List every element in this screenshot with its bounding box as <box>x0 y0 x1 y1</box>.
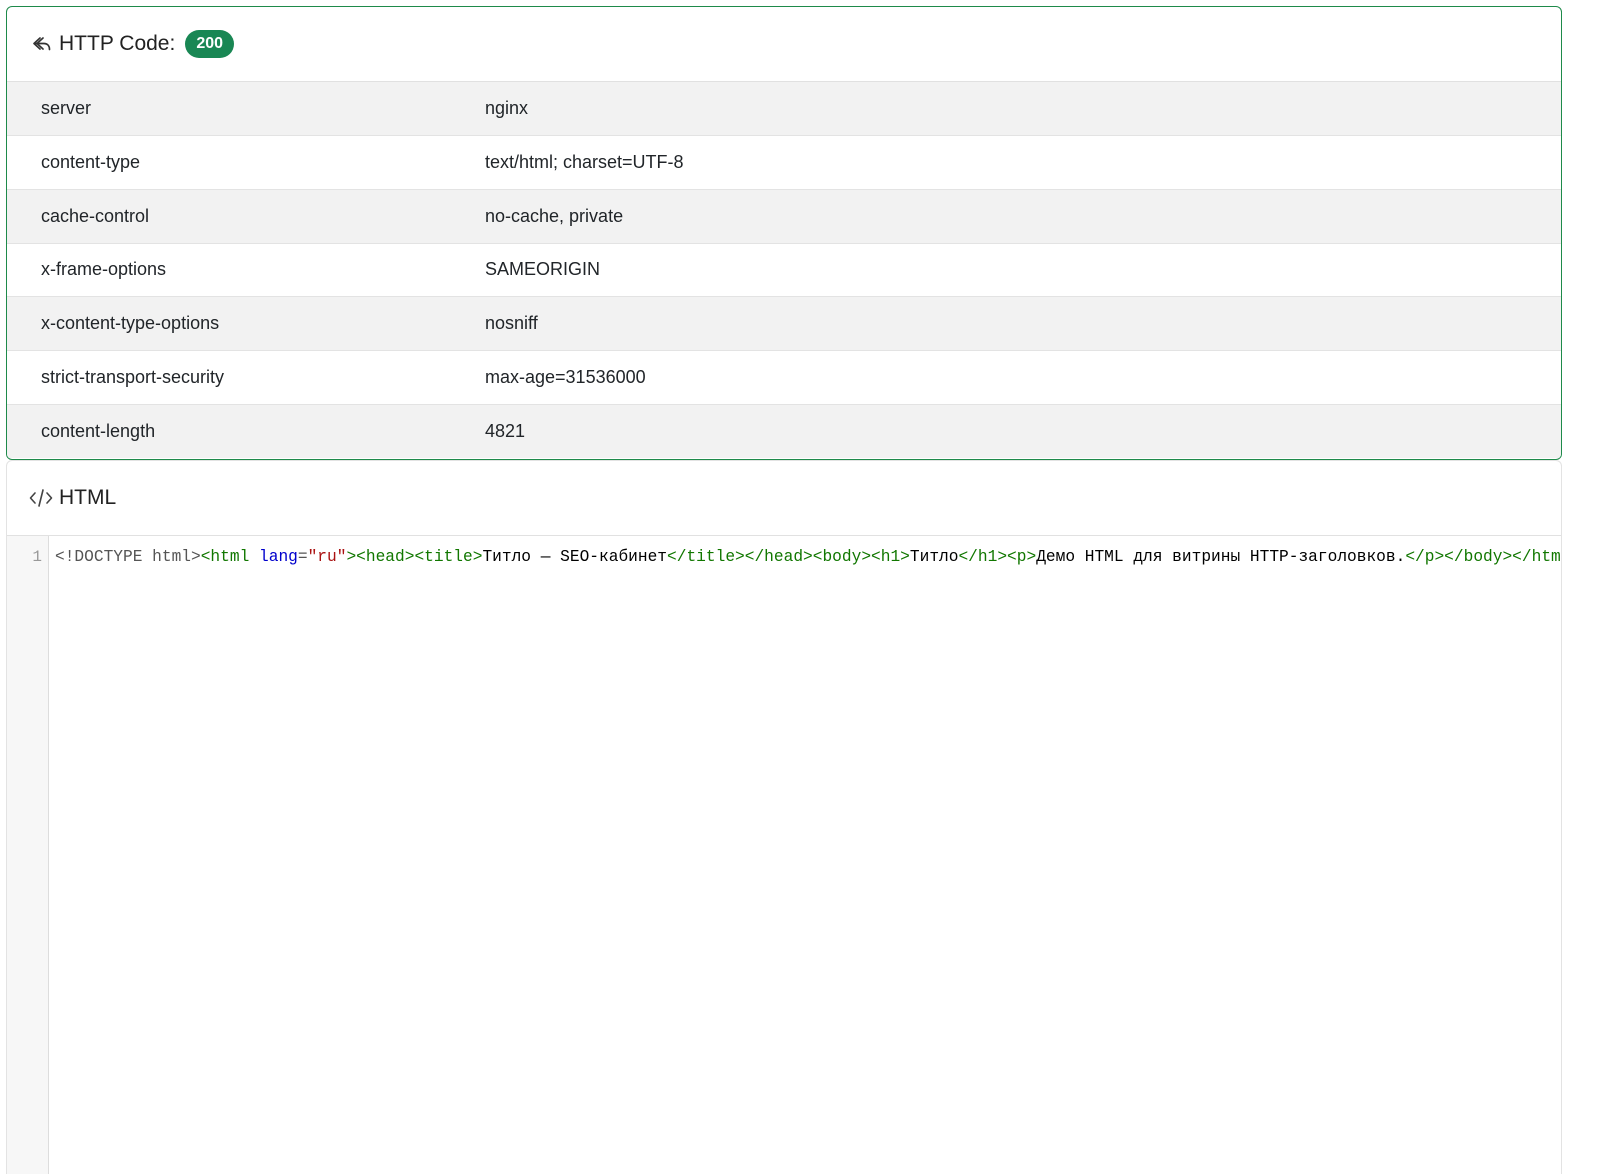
page: HTTP Code: 200 server nginx content-type te… <box>0 0 1600 1174</box>
code-token-text: Титло <box>909 548 959 566</box>
code-token-text: Демо HTML для витрины HTTP-заголовков. <box>1036 548 1406 566</box>
html-panel-title: HTML <box>59 486 117 509</box>
code-editor[interactable]: 1 <!DOCTYPE html><html lang="ru"><head><… <box>7 536 1561 1174</box>
code-token-meta: <!DOCTYPE html> <box>55 548 201 566</box>
header-row: content-length 4821 <box>7 403 1561 458</box>
code-line: <!DOCTYPE html><html lang="ru"><head><ti… <box>55 546 1561 568</box>
http-code-label: HTTP Code: <box>59 32 176 55</box>
code-token-str: "ru" <box>307 548 347 566</box>
header-value: 4821 <box>485 403 1561 458</box>
header-value: max-age=31536000 <box>485 349 1561 405</box>
header-row: strict-transport-security max-age=3153600… <box>7 349 1561 405</box>
header-row: content-type text/html; charset=UTF-8 <box>7 135 1561 190</box>
line-number: 1 <box>32 548 42 566</box>
header-name: content-length <box>7 403 485 458</box>
code-token-meta: = <box>297 548 308 566</box>
code-token-tag: </h1><p> <box>958 548 1037 566</box>
code-token-tag: </p></body></html> <box>1405 548 1561 566</box>
header-value: nosniff <box>485 296 1561 351</box>
http-panel-header: HTTP Code: 200 <box>7 7 1561 82</box>
code-content-area[interactable]: <!DOCTYPE html><html lang="ru"><head><ti… <box>49 536 1561 1174</box>
header-name: cache-control <box>7 188 485 244</box>
code-token-tag: <html <box>200 548 260 566</box>
header-name: strict-transport-security <box>7 349 485 405</box>
http-headers-panel: HTTP Code: 200 server nginx content-type te… <box>6 6 1562 460</box>
header-row: x-content-type-options nosniff <box>7 296 1561 351</box>
header-value: no-cache, private <box>485 188 1561 244</box>
header-row: x-frame-options SAMEORIGIN <box>7 242 1561 297</box>
reply-arrow-icon <box>31 33 53 55</box>
header-name: content-type <box>7 135 485 190</box>
header-name: x-content-type-options <box>7 296 485 351</box>
line-number-gutter: 1 <box>7 536 49 1174</box>
header-row: cache-control no-cache, private <box>7 188 1561 244</box>
header-value: SAMEORIGIN <box>485 242 1561 297</box>
header-value: text/html; charset=UTF-8 <box>485 135 1561 190</box>
code-token-tag: ><head><title> <box>346 548 483 566</box>
html-panel-header: HTML <box>7 461 1561 536</box>
header-value: nginx <box>485 98 529 119</box>
status-code-badge: 200 <box>185 30 235 58</box>
code-token-attr: lang <box>259 548 298 566</box>
response-headers-table: server nginx content-type text/html; charse… <box>7 82 1561 458</box>
header-name: x-frame-options <box>7 242 485 297</box>
header-row: server nginx <box>7 82 1561 136</box>
code-token-tag: </title></head><body><h1> <box>667 548 910 566</box>
header-name: server <box>41 98 92 119</box>
code-token-text: Титло — SEO-кабинет <box>482 548 668 566</box>
html-source-panel: HTML 1 <!DOCTYPE html><html lang="ru"><h… <box>6 460 1562 1174</box>
code-icon <box>29 487 53 509</box>
